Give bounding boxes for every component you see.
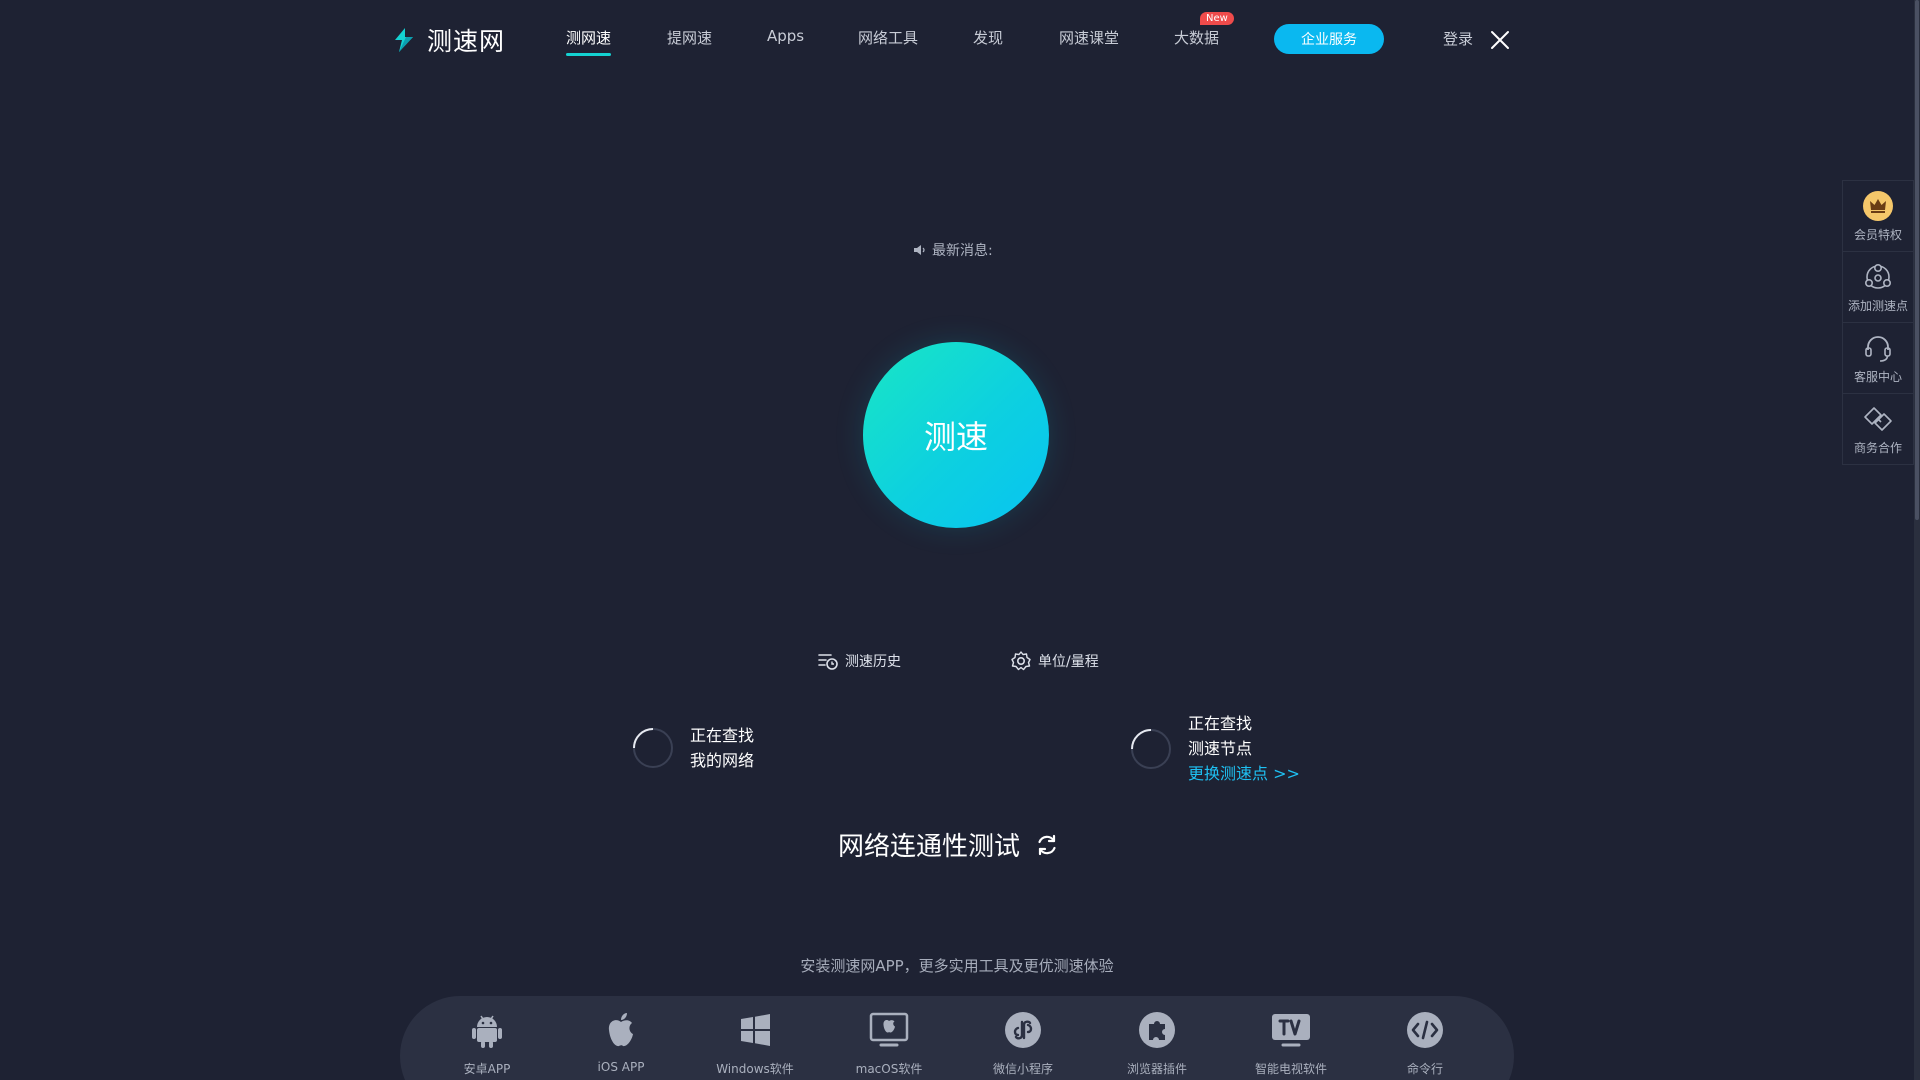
nav-item-discover[interactable]: 发现	[973, 27, 1003, 48]
browser-plugin-icon	[1139, 1012, 1175, 1048]
network-finder-line2: 我的网络	[690, 751, 755, 770]
close-icon[interactable]	[1488, 28, 1512, 52]
refresh-icon[interactable]	[1034, 832, 1060, 858]
app-install-hint: 安装测速网APP，更多实用工具及更优测速体验	[800, 957, 1114, 975]
unit-range-link[interactable]: 单位/量程	[1010, 650, 1099, 672]
latest-news-label: 最新消息:	[932, 243, 993, 259]
handshake-icon	[1864, 406, 1892, 431]
connectivity-title: 网络连通性测试	[838, 832, 1021, 862]
sidebar-item-add-node[interactable]: 添加测速点	[1842, 251, 1914, 323]
site-logo[interactable]: 测速网	[389, 22, 505, 58]
app-item-ios[interactable]: iOS APP	[561, 1008, 681, 1074]
app-item-browser-plugin[interactable]: 浏览器插件	[1097, 1008, 1217, 1077]
app-item-command-line[interactable]: 命令行	[1365, 1008, 1485, 1077]
node-finder-text: 正在查找 测速节点 更换测速点 >>	[1188, 711, 1300, 786]
tv-icon	[1272, 1014, 1310, 1047]
nav-item-classroom[interactable]: 网速课堂	[1059, 27, 1119, 48]
gear-icon	[1011, 651, 1031, 671]
loading-spinner-icon	[633, 728, 673, 768]
nav-item-big-data[interactable]: 大数据	[1174, 27, 1219, 48]
network-finder-line1: 正在查找	[690, 726, 755, 745]
speaker-icon	[914, 245, 925, 255]
new-badge: New	[1200, 12, 1234, 25]
app-item-windows[interactable]: Windows软件	[695, 1008, 815, 1077]
sidebar-label: 会员特权	[1853, 227, 1902, 242]
app-item-macos[interactable]: macOS软件	[829, 1008, 949, 1077]
page-scrollbar-thumb[interactable]	[1915, 0, 1919, 520]
app-label: 浏览器插件	[1126, 1062, 1187, 1076]
sidebar-item-business[interactable]: 商务合作	[1842, 393, 1914, 465]
app-label: 微信小程序	[992, 1062, 1053, 1076]
node-finder-line2: 测速节点	[1188, 739, 1253, 758]
unit-range-label: 单位/量程	[1038, 654, 1099, 670]
node-finder-line1: 正在查找	[1188, 714, 1253, 733]
sidebar-item-membership[interactable]: 会员特权	[1842, 180, 1914, 252]
start-speedtest-button[interactable]: 测速	[863, 342, 1049, 528]
sidebar-label: 商务合作	[1853, 440, 1902, 455]
app-label: Windows软件	[716, 1062, 794, 1076]
app-label: macOS软件	[855, 1062, 923, 1076]
logo-text: 测速网	[427, 27, 506, 56]
nav-item-boost[interactable]: 提网速	[667, 27, 712, 48]
app-label: iOS APP	[597, 1060, 645, 1074]
nav-item-network-tools[interactable]: 网络工具	[858, 27, 918, 48]
sidebar-item-support[interactable]: 客服中心	[1842, 322, 1914, 394]
app-label: 安卓APP	[463, 1062, 511, 1076]
latest-news: 最新消息:	[912, 240, 993, 260]
logo-icon	[395, 28, 413, 52]
speedtest-page: 测速网 测网速 提网速 Apps 网络工具 发现 网速课堂 大数据 New 企业…	[0, 0, 1920, 1080]
apple-icon	[608, 1013, 633, 1047]
connectivity-test: 网络连通性测试	[838, 826, 1060, 863]
app-download-bar: 安卓APP iOS APP Windows软件 macOS软件 微信小程序 浏览…	[400, 996, 1514, 1080]
change-node-link[interactable]: 更换测速点 >>	[1188, 761, 1300, 786]
app-item-wechat-miniprogram[interactable]: 微信小程序	[963, 1008, 1083, 1077]
speedtest-history-link[interactable]: 测速历史	[817, 650, 901, 672]
app-item-smart-tv[interactable]: 智能电视软件	[1231, 1008, 1351, 1077]
android-icon	[472, 1015, 502, 1048]
history-icon	[818, 654, 838, 670]
macos-icon	[869, 1012, 909, 1047]
sidebar-label: 添加测速点	[1847, 298, 1908, 313]
network-finder-text: 正在查找 我的网络	[690, 723, 754, 773]
right-sidebar: 会员特权 添加测速点 客服中心 商务合作	[1842, 180, 1914, 465]
app-item-android[interactable]: 安卓APP	[427, 1008, 547, 1077]
headset-icon	[1865, 335, 1891, 362]
wechat-miniprogram-icon	[1005, 1012, 1041, 1048]
login-link[interactable]: 登录	[1443, 28, 1473, 49]
top-header: 测速网 测网速 提网速 Apps 网络工具 发现 网速课堂 大数据 New 企业…	[0, 0, 1920, 80]
crown-icon	[1863, 190, 1893, 221]
add-node-icon	[1864, 263, 1891, 289]
nav-item-speedtest[interactable]: 测网速	[566, 27, 612, 56]
sidebar-label: 客服中心	[1853, 369, 1902, 384]
loading-spinner-icon	[1131, 728, 1171, 769]
app-label: 命令行	[1406, 1062, 1443, 1076]
windows-icon	[741, 1014, 770, 1046]
history-label: 测速历史	[845, 654, 901, 670]
code-icon	[1407, 1012, 1443, 1048]
app-label: 智能电视软件	[1254, 1062, 1327, 1076]
nav-item-apps[interactable]: Apps	[767, 27, 804, 45]
enterprise-service-button[interactable]: 企业服务	[1274, 24, 1384, 54]
network-finder: 正在查找 我的网络	[632, 723, 754, 773]
node-finder: 正在查找 测速节点 更换测速点 >>	[1130, 711, 1300, 786]
